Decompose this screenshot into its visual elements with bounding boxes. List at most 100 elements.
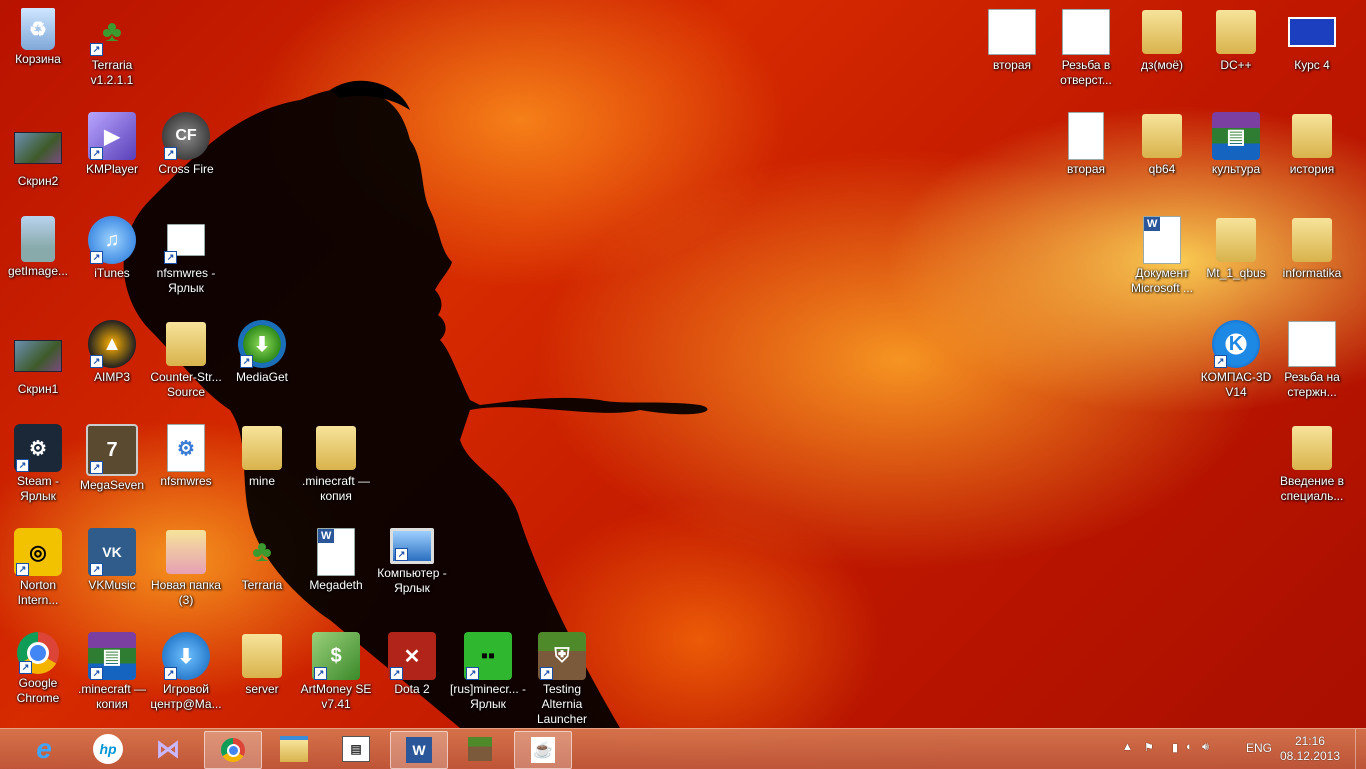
icon-mine[interactable]: mine (224, 420, 300, 489)
shortcut-arrow-icon: ↗ (90, 251, 103, 264)
file-icon: ↗ (162, 216, 210, 264)
icon-mediaget[interactable]: ⬇ ↗ MediaGet (224, 316, 300, 385)
chrome-icon[interactable] (204, 731, 262, 769)
icon-label: Курс 4 (1294, 58, 1330, 72)
icon-chrome[interactable]: ↗ Google Chrome (0, 628, 76, 706)
show-desktop-button[interactable] (1355, 729, 1366, 769)
icon-aimp3[interactable]: ▲ ↗ AIMP3 (74, 316, 150, 385)
hp-icon[interactable]: hp (80, 731, 136, 767)
icon-minecraft-copy-1[interactable]: .minecraft — копия (298, 420, 374, 504)
icon-kurs4[interactable]: Курс 4 (1274, 4, 1350, 73)
shortcut-arrow-icon: ↗ (19, 661, 32, 674)
icon-dota2[interactable]: ✕ ↗ Dota 2 (374, 628, 450, 697)
kompas-drawing-icon (988, 8, 1036, 56)
kompas-drawing-icon (1288, 320, 1336, 368)
icon-alternia[interactable]: ⛨ ↗ Testing Alternia Launcher (524, 628, 600, 727)
icon-label: Новая папка (3) (151, 578, 221, 607)
icon-crossfire[interactable]: CF ↗ Cross Fire (148, 108, 224, 177)
icon-label: Norton Intern... (17, 578, 59, 607)
icon-game-center[interactable]: ⬇ ↗ Игровой центр@Ма... (148, 628, 224, 712)
network-icon[interactable]: ◐ (1186, 741, 1193, 753)
word-icon[interactable]: W (390, 731, 448, 769)
icon-terraria[interactable]: ♣ Terraria (224, 524, 300, 593)
icon-rezba-otverst[interactable]: Резьба в отверст... (1048, 4, 1124, 88)
icon-norton[interactable]: ◎ ↗ Norton Intern... (0, 524, 76, 608)
icon-rus-minecraft[interactable]: ▪▪ ↗ [rus]minecr... - Ярлык (450, 628, 526, 712)
icon-kmplayer[interactable]: ▶ ↗ KMPlayer (74, 108, 150, 177)
icon-label: Компьютер - Ярлык (377, 566, 447, 595)
icon-doc-microsoft[interactable]: W Документ Microsoft ... (1124, 212, 1200, 296)
shortcut-arrow-icon: ↗ (90, 461, 103, 474)
shortcut-arrow-icon: ↗ (16, 563, 29, 576)
folder-icon (312, 424, 360, 472)
icon-mt1-qbus[interactable]: Mt_1_qbus (1198, 212, 1274, 281)
icon-skrin2[interactable]: Скрин2 (0, 120, 76, 189)
icon-vkmusic[interactable]: VK ↗ VKMusic (74, 524, 150, 593)
icon-itunes[interactable]: ♫ ↗ iTunes (74, 212, 150, 281)
icon-kultura[interactable]: ▤ культура (1198, 108, 1274, 177)
icon-vtoraya-1[interactable]: вторая (974, 4, 1050, 73)
vk-music-icon: VK ↗ (88, 528, 136, 576)
icon-label: .minecraft — копия (301, 474, 370, 503)
icon-dz-moe[interactable]: дз(моё) (1124, 4, 1200, 73)
show-hidden-icons-icon[interactable]: ▲ (1122, 741, 1133, 753)
ms-reader-icon[interactable]: ▤ (328, 731, 384, 767)
grass-block-shield-icon: ⛨ ↗ (538, 632, 586, 680)
icon-vvedenie[interactable]: Введение в специаль... (1274, 420, 1350, 504)
shortcut-arrow-icon: ↗ (90, 43, 103, 56)
minecraft-icon[interactable] (452, 731, 508, 767)
icon-label: Dota 2 (394, 682, 430, 696)
icon-terraria-ver[interactable]: ♣ ↗ Terraria v1.2.1.1 (74, 4, 150, 88)
icon-megadeth[interactable]: W Megadeth (298, 524, 374, 593)
shortcut-arrow-icon: ↗ (164, 251, 177, 264)
shortcut-arrow-icon: ↗ (466, 667, 479, 680)
action-center-icon[interactable]: ⚑ (1144, 741, 1154, 754)
icon-label: Testing Alternia Launcher (536, 682, 588, 726)
icon-rezba-sterzh[interactable]: Резьба на стержн... (1274, 316, 1350, 400)
battery-icon[interactable]: ▮ (1172, 741, 1178, 754)
icon-minecraft-copy-2[interactable]: ▤ ↗ .minecraft — копия (74, 628, 150, 712)
icon-megaseven[interactable]: 7 ↗ MegaSeven (74, 420, 150, 493)
icon-label: qb64 (1148, 162, 1176, 176)
icon-dcpp[interactable]: DC++ (1198, 4, 1274, 73)
clock[interactable]: 21:16 08.12.2013 (1280, 734, 1340, 764)
icon-label: DC++ (1220, 58, 1252, 72)
icon-steam[interactable]: ⚙ ↗ Steam - Ярлык (0, 420, 76, 504)
icon-label: Cross Fire (158, 162, 214, 176)
kmplayer-icon[interactable]: ⋈ (140, 731, 196, 767)
icon-label: Скрин2 (17, 174, 59, 188)
icon-server[interactable]: server (224, 628, 300, 697)
shortcut-arrow-icon: ↗ (90, 563, 103, 576)
volume-icon[interactable]: 🔊︎ (1202, 741, 1209, 754)
icon-qb64[interactable]: qb64 (1124, 108, 1200, 177)
icon-label: iTunes (94, 266, 130, 280)
desktop[interactable]: ♻ Корзина Скрин2 getImage... Скрин1 ⚙ ↗ S… (0, 0, 1366, 728)
icon-label: AIMP3 (93, 370, 130, 384)
icon-nfsmwres-link[interactable]: ↗ nfsmwres - Ярлык (148, 212, 224, 296)
icon-label: КОМПАС-3D V14 (1200, 370, 1272, 399)
icon-label: nfsmwres (160, 474, 212, 488)
shortcut-arrow-icon: ↗ (16, 459, 29, 472)
language-indicator[interactable]: ENG (1246, 741, 1272, 755)
icon-computer-link[interactable]: ↗ Компьютер - Ярлык (374, 524, 450, 596)
clock-date: 08.12.2013 (1279, 749, 1340, 763)
internet-explorer-icon[interactable]: e (16, 731, 72, 767)
icon-label: Введение в специаль... (1279, 474, 1345, 503)
icon-recycle-bin[interactable]: ♻ Корзина (0, 4, 76, 67)
icon-getimage[interactable]: getImage... (0, 212, 76, 279)
file-explorer-icon[interactable] (266, 731, 322, 767)
icon-skrin1[interactable]: Скрин1 (0, 328, 76, 397)
java-icon[interactable]: ☕ (514, 731, 572, 769)
megaseven-icon: 7 ↗ (86, 424, 138, 476)
icon-counter-strike[interactable]: Counter-Str... Source (148, 316, 224, 400)
icon-label: Google Chrome (16, 676, 60, 705)
icon-istoriya[interactable]: история (1274, 108, 1350, 177)
icon-new-folder-3[interactable]: Новая папка (3) (148, 524, 224, 608)
icon-informatika[interactable]: informatika (1274, 212, 1350, 281)
folder-icon (1138, 8, 1186, 56)
icon-artmoney[interactable]: $ ↗ ArtMoney SE v7.41 (298, 628, 374, 712)
kompas-logo-icon: K ↗ (1212, 320, 1260, 368)
icon-kompas[interactable]: K ↗ КОМПАС-3D V14 (1198, 316, 1274, 400)
icon-vtoraya-2[interactable]: вторая (1048, 108, 1124, 177)
icon-nfsmwres[interactable]: ⚙ nfsmwres (148, 420, 224, 489)
